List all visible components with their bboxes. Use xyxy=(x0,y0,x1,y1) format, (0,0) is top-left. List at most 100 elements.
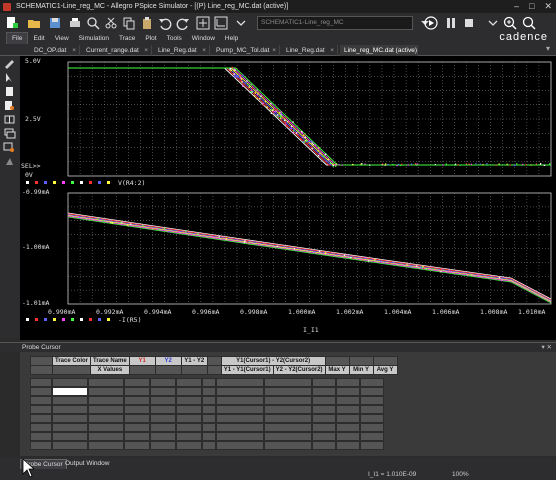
table-cell[interactable] xyxy=(312,414,336,423)
table-cell[interactable] xyxy=(150,396,176,405)
table-cell[interactable] xyxy=(360,423,384,432)
table-cell[interactable] xyxy=(264,414,312,423)
table-cell[interactable] xyxy=(88,414,124,423)
table-cell[interactable] xyxy=(150,387,176,396)
close-icon[interactable]: × xyxy=(144,45,148,56)
menu-simulation[interactable]: Simulation xyxy=(74,33,114,44)
table-cell[interactable] xyxy=(124,387,150,396)
table-row[interactable] xyxy=(30,414,384,423)
zoom-area-icon[interactable] xyxy=(522,16,536,30)
cut-icon[interactable] xyxy=(104,16,118,30)
stop-icon[interactable] xyxy=(462,16,476,30)
tab-line-reg-2[interactable]: Line_Reg.dat × xyxy=(282,45,338,56)
menu-help[interactable]: Help xyxy=(220,33,243,44)
tab-pump-mc-tol[interactable]: Pump_MC_Tol.dat × xyxy=(212,45,280,56)
undo-icon[interactable] xyxy=(158,16,172,30)
tab-overflow-icon[interactable]: ▾ xyxy=(546,44,550,53)
table-cell[interactable] xyxy=(30,423,52,432)
table-cell[interactable] xyxy=(216,387,264,396)
table-cell[interactable] xyxy=(176,432,202,441)
table-cell[interactable] xyxy=(88,387,124,396)
close-icon[interactable]: × xyxy=(410,45,414,56)
table-cell[interactable] xyxy=(124,441,150,450)
close-icon[interactable]: × xyxy=(272,45,276,56)
table-cell[interactable] xyxy=(312,432,336,441)
menu-window[interactable]: Window xyxy=(187,33,220,44)
table-cell[interactable] xyxy=(336,396,360,405)
table-cell[interactable] xyxy=(202,441,216,450)
table-cell[interactable] xyxy=(52,441,88,450)
dropdown-chevron-icon-2[interactable] xyxy=(486,16,500,30)
add-trace-icon[interactable] xyxy=(196,16,210,30)
table-cell[interactable] xyxy=(336,432,360,441)
plot-canvas[interactable] xyxy=(20,56,556,340)
table-cell[interactable] xyxy=(150,432,176,441)
table-cell[interactable] xyxy=(336,414,360,423)
axis-settings-icon[interactable] xyxy=(214,16,228,30)
cursor-icon[interactable] xyxy=(3,72,16,83)
table-cell[interactable] xyxy=(30,405,52,414)
table-cell[interactable] xyxy=(264,405,312,414)
table-cell[interactable] xyxy=(360,378,384,387)
table-row[interactable] xyxy=(30,396,384,405)
menu-plot[interactable]: Plot xyxy=(140,33,161,44)
table-cell[interactable] xyxy=(176,387,202,396)
pencil-icon[interactable] xyxy=(3,58,16,69)
table-cell[interactable] xyxy=(264,423,312,432)
table-cell[interactable] xyxy=(360,432,384,441)
table-cell[interactable] xyxy=(360,405,384,414)
table-cell[interactable] xyxy=(124,423,150,432)
new-document-icon[interactable] xyxy=(4,16,18,30)
table-cell[interactable] xyxy=(30,387,52,396)
table-cell[interactable] xyxy=(88,423,124,432)
pause-icon[interactable] xyxy=(444,16,458,30)
document-icon[interactable] xyxy=(3,86,16,97)
table-cell[interactable] xyxy=(88,441,124,450)
table-cell[interactable] xyxy=(124,396,150,405)
table-cell[interactable] xyxy=(88,378,124,387)
maximize-button[interactable]: □ xyxy=(529,0,534,13)
table-cell[interactable] xyxy=(88,396,124,405)
redo-icon[interactable] xyxy=(176,16,190,30)
windows-icon[interactable] xyxy=(3,128,16,139)
table-cell[interactable] xyxy=(216,432,264,441)
top-legend-label[interactable]: V(R4:2) xyxy=(118,179,145,187)
table-cell[interactable] xyxy=(52,387,88,396)
table-cell[interactable] xyxy=(176,414,202,423)
table-cell[interactable] xyxy=(216,414,264,423)
table-cell[interactable] xyxy=(176,378,202,387)
table-cell[interactable] xyxy=(124,405,150,414)
table-row[interactable] xyxy=(30,432,384,441)
window-gear-icon[interactable] xyxy=(3,142,16,153)
table-cell[interactable] xyxy=(176,405,202,414)
menu-view[interactable]: View xyxy=(50,33,74,44)
sel-marker[interactable]: SEL>> xyxy=(21,162,41,170)
table-row[interactable] xyxy=(30,423,384,432)
table-cell[interactable] xyxy=(30,414,52,423)
table-cell[interactable] xyxy=(150,378,176,387)
probe-cursor-table[interactable]: Trace Color Trace Name Y1 Y2 Y1 - Y2 Y1(… xyxy=(30,356,398,375)
table-cell[interactable] xyxy=(336,423,360,432)
grid-icon[interactable] xyxy=(3,114,16,125)
menu-trace[interactable]: Trace xyxy=(114,33,140,44)
table-cell[interactable] xyxy=(30,432,52,441)
table-cell[interactable] xyxy=(312,387,336,396)
table-cell[interactable] xyxy=(216,405,264,414)
tab-line-reg-mc-active[interactable]: Line_reg_MC.dat (active) × xyxy=(340,45,418,56)
table-cell[interactable] xyxy=(336,441,360,450)
table-cell[interactable] xyxy=(30,396,52,405)
tab-line-reg[interactable]: Line_Reg.dat × xyxy=(154,45,210,56)
table-row[interactable] xyxy=(30,405,384,414)
table-cell[interactable] xyxy=(336,387,360,396)
table-cell[interactable] xyxy=(312,396,336,405)
table-cell[interactable] xyxy=(216,378,264,387)
table-cell[interactable] xyxy=(150,441,176,450)
table-cell[interactable] xyxy=(30,378,52,387)
table-cell[interactable] xyxy=(202,396,216,405)
table-cell[interactable] xyxy=(124,378,150,387)
table-cell[interactable] xyxy=(150,414,176,423)
table-cell[interactable] xyxy=(30,441,52,450)
table-cell[interactable] xyxy=(360,396,384,405)
table-cell[interactable] xyxy=(52,432,88,441)
table-cell[interactable] xyxy=(360,387,384,396)
